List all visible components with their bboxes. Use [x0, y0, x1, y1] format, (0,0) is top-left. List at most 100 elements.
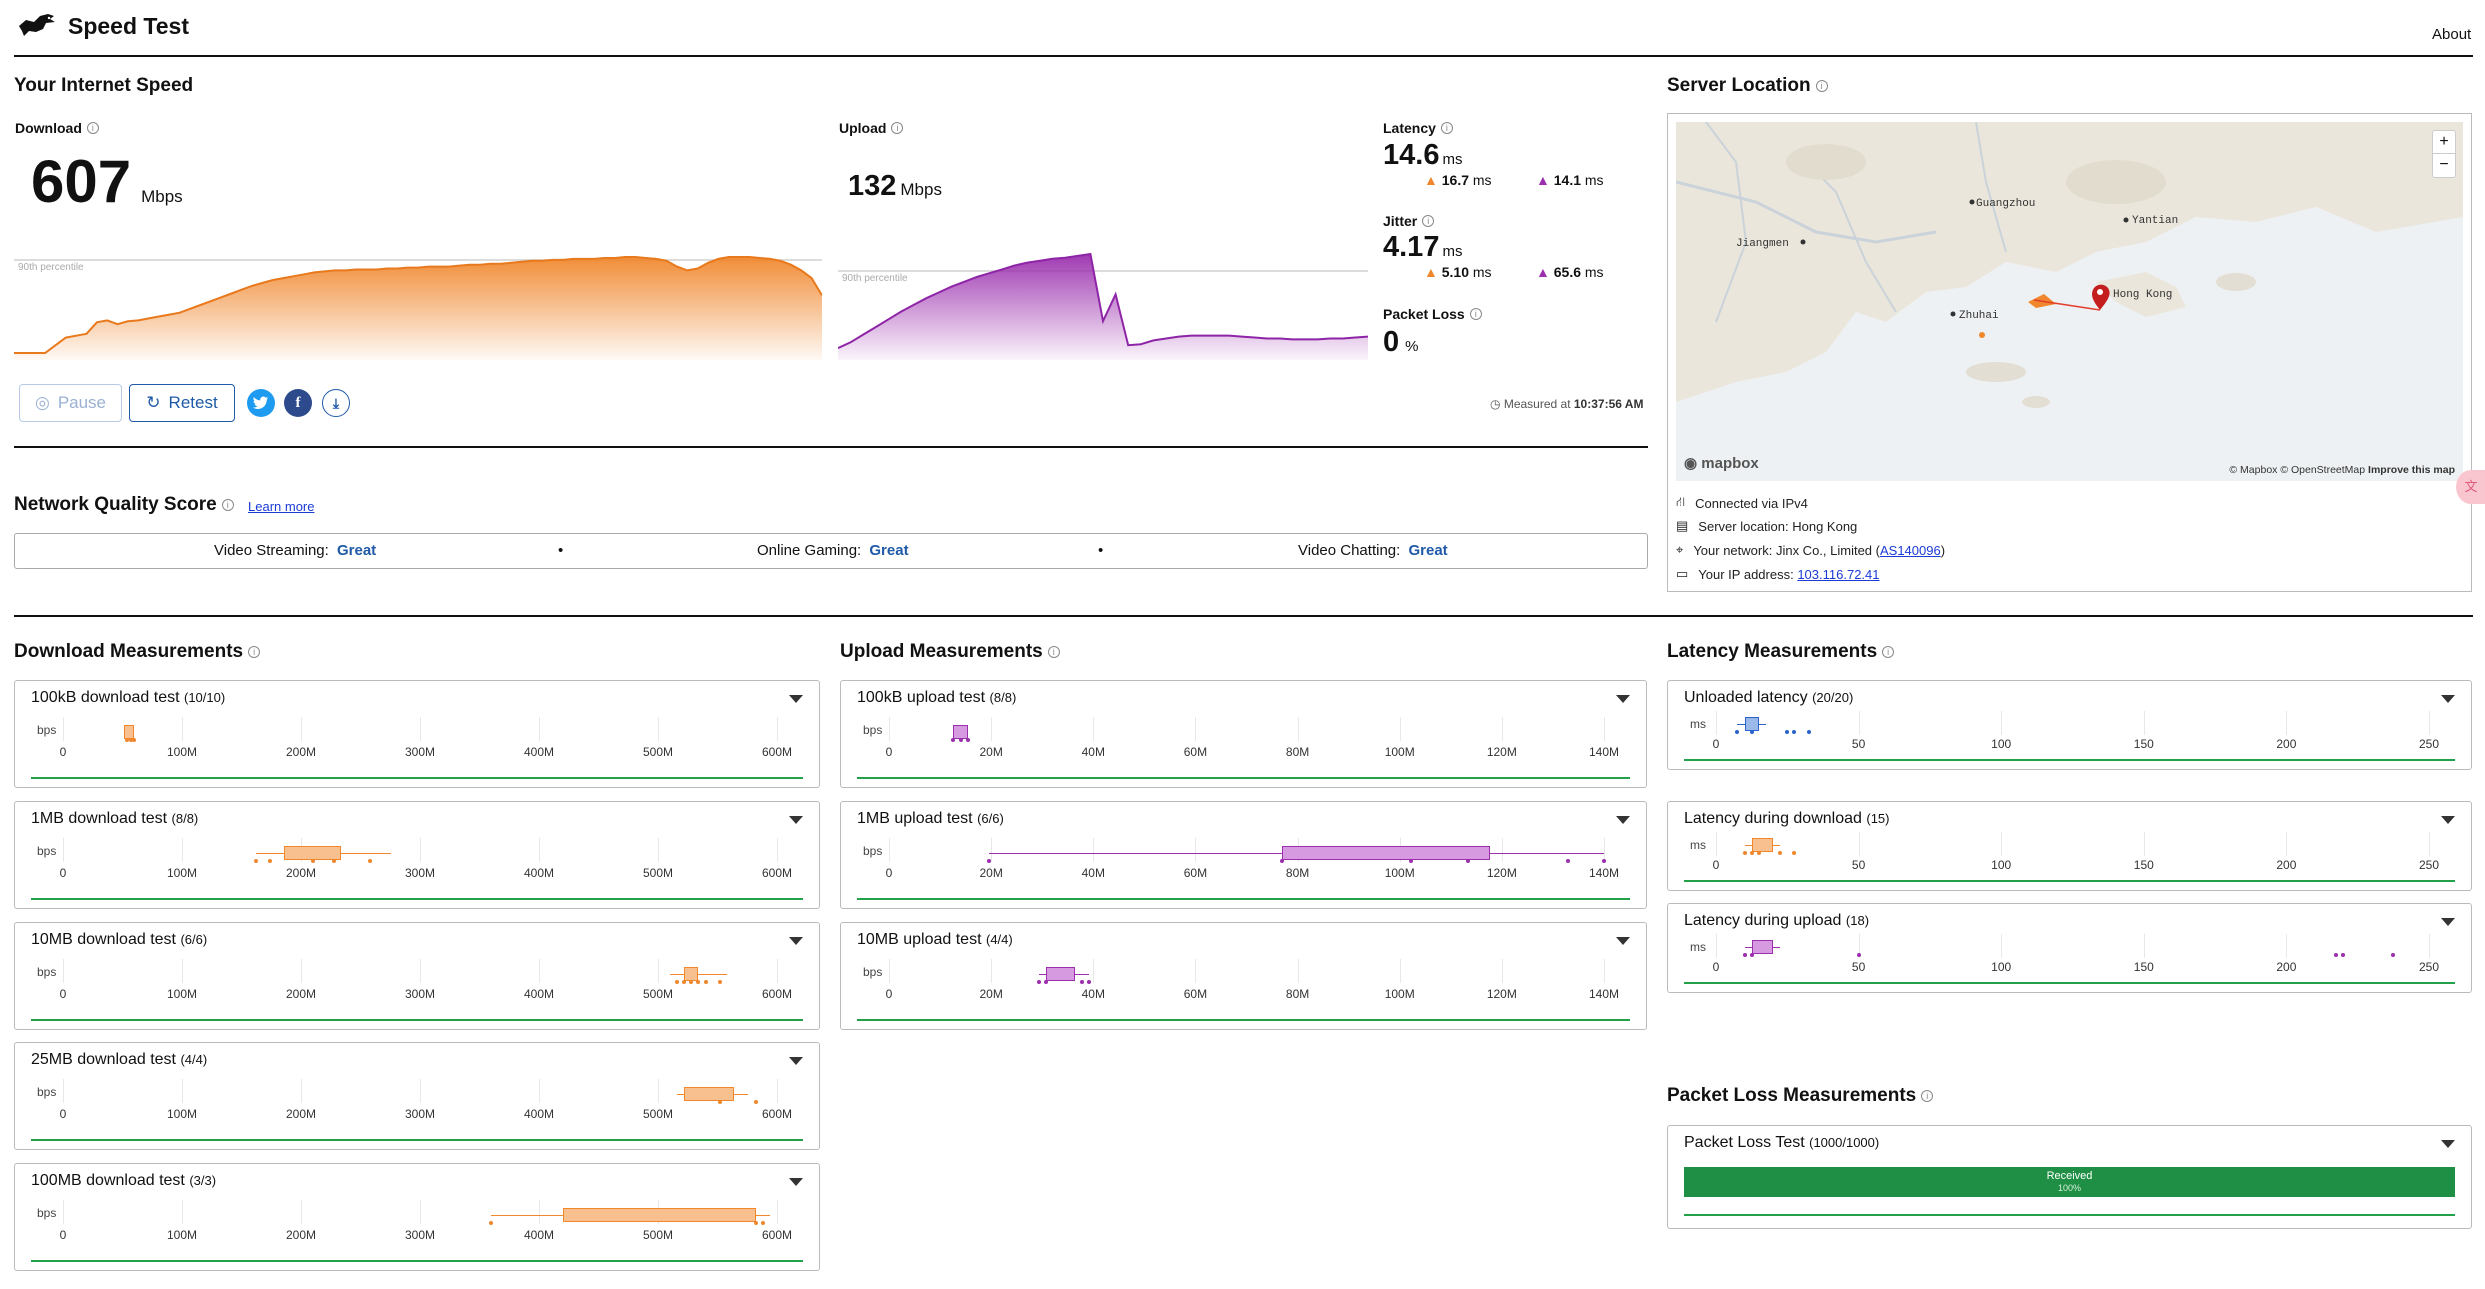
download-test-title: 10MB download test (6/6): [31, 931, 208, 948]
info-icon[interactable]: i: [1440, 122, 1453, 134]
gridline: [658, 959, 659, 983]
zoom-out-button[interactable]: −: [2432, 154, 2456, 178]
download-icon[interactable]: ⤓: [322, 389, 350, 417]
chevron-down-icon[interactable]: [1616, 695, 1630, 703]
download-tick-label: 0: [59, 866, 67, 880]
gridline: [63, 1079, 64, 1103]
download-measurements-heading: Download Measurements i: [14, 641, 261, 663]
upload-test-title: 100kB upload test (8/8): [857, 689, 1017, 706]
chevron-down-icon[interactable]: [1616, 937, 1630, 945]
latency-tick-label: 50: [1851, 858, 1866, 872]
translate-icon[interactable]: 文: [2456, 470, 2485, 504]
download-test-card[interactable]: 1MB download test (8/8) bps 0 100M 200M 300M 4…: [14, 801, 820, 909]
jitter-value: 4.17 ms: [1383, 231, 1463, 263]
packet-loss-card[interactable]: Packet Loss Test (1000/1000) Received 10…: [1667, 1125, 2472, 1229]
received-pct: 100%: [2057, 1183, 2082, 1193]
latency-test-card[interactable]: Unloaded latency (20/20) ms 0 50 100 150 200 25…: [1667, 680, 2472, 770]
download-test-card[interactable]: 100MB download test (3/3) bps 0 100M 200M 300…: [14, 1163, 820, 1271]
gridline: [301, 717, 302, 741]
speed-divider: [14, 446, 1648, 448]
upload-tick-label: 40M: [1081, 866, 1105, 880]
gridline: [1093, 838, 1095, 862]
download-tick-label: 0: [59, 987, 67, 1001]
info-icon[interactable]: i: [1047, 646, 1060, 658]
info-icon[interactable]: i: [221, 499, 234, 511]
as-link[interactable]: AS140096: [1880, 543, 1941, 558]
gridline: [1399, 717, 1401, 741]
mapbox-logo-icon: ◉: [1684, 455, 1698, 472]
box-plot: [1751, 838, 1774, 852]
chevron-down-icon[interactable]: [789, 1057, 803, 1065]
box-plot: [1751, 940, 1774, 954]
chevron-down-icon[interactable]: [2441, 816, 2455, 824]
info-icon[interactable]: i: [1422, 215, 1435, 227]
info-icon[interactable]: i: [891, 122, 904, 134]
gridline: [2429, 832, 2430, 856]
download-tick-label: 200M: [285, 745, 317, 759]
latency-tick-label: 200: [2276, 960, 2297, 974]
gridline: [658, 1079, 659, 1103]
chevron-down-icon[interactable]: [2441, 918, 2455, 926]
map[interactable]: Guangzhou Yantian Jiangmen Zhuhai Hong K…: [1676, 122, 2463, 481]
upload-tick-label: 40M: [1081, 987, 1105, 1001]
info-icon[interactable]: i: [1469, 308, 1482, 320]
data-point: [1749, 730, 1754, 734]
download-percentile-label: 90th percentile: [18, 262, 84, 273]
gridline: [301, 1079, 302, 1103]
download-tick-label: 600M: [761, 1107, 793, 1121]
info-icon[interactable]: i: [1815, 80, 1828, 92]
latency-test-title: Latency during download (15): [1684, 810, 1890, 827]
chevron-down-icon[interactable]: [789, 816, 803, 824]
chevron-down-icon[interactable]: [789, 937, 803, 945]
gridline: [420, 838, 421, 862]
data-point: [1756, 851, 1761, 855]
ip-link[interactable]: 103.116.72.41: [1797, 567, 1879, 582]
latency-test-card[interactable]: Latency during download (15) ms 0 50 100 150 2…: [1667, 801, 2472, 891]
map-label-guangzhou: Guangzhou: [1976, 198, 2035, 210]
gridline: [2429, 711, 2430, 735]
chevron-down-icon[interactable]: [1616, 816, 1630, 824]
retest-button[interactable]: ↻ Retest: [129, 384, 235, 422]
box-plot: [684, 1087, 735, 1101]
upload-tick-label: 60M: [1183, 987, 1208, 1001]
gridline: [777, 1200, 778, 1224]
data-point: [696, 980, 701, 984]
map-label-hongkong: Hong Kong: [2113, 289, 2172, 301]
download-tick-label: 200M: [285, 1107, 317, 1121]
download-test-card[interactable]: 25MB download test (4/4) bps 0 100M 200M 300M…: [14, 1042, 820, 1150]
about-link[interactable]: About: [2432, 26, 2471, 43]
latency-unit-label: ms: [1690, 717, 1706, 731]
chevron-down-icon[interactable]: [789, 695, 803, 703]
info-icon[interactable]: i: [1921, 1090, 1934, 1102]
learn-more-link[interactable]: Learn more: [248, 499, 314, 514]
upload-test-card[interactable]: 100kB upload test (8/8) bps 0 20M 40M 60M 80M 1…: [840, 680, 1647, 788]
download-test-card[interactable]: 100kB download test (10/10) bps 0 100M 200M 3…: [14, 680, 820, 788]
pin-icon: ⌖: [1676, 542, 1684, 557]
download-chart: 90th percentile: [14, 256, 822, 360]
upload-test-card[interactable]: 1MB upload test (6/6) bps 0 20M 40M 60M 80M 100…: [840, 801, 1647, 909]
map-attribution[interactable]: © Mapbox © OpenStreetMap Improve this ma…: [2229, 464, 2455, 476]
zoom-in-button[interactable]: +: [2432, 130, 2456, 154]
data-point: [2334, 953, 2339, 957]
latency-test-card[interactable]: Latency during upload (18) ms 0 50 100 150 200…: [1667, 903, 2472, 993]
download-tick-label: 200M: [285, 987, 317, 1001]
upload-axis-line: [857, 777, 1630, 779]
info-icon[interactable]: i: [248, 646, 261, 658]
download-test-card[interactable]: 10MB download test (6/6) bps 0 100M 200M 300M…: [14, 922, 820, 1030]
chevron-down-icon[interactable]: [2441, 1140, 2455, 1148]
upload-test-card[interactable]: 10MB upload test (4/4) bps 0 20M 40M 60M 80M 10…: [840, 922, 1647, 1030]
info-icon[interactable]: i: [86, 122, 99, 134]
pause-button[interactable]: ◎ Pause: [19, 384, 122, 422]
download-tick-label: 500M: [642, 1228, 674, 1242]
download-tick-label: 100M: [166, 745, 198, 759]
data-point: [1742, 851, 1747, 855]
twitter-icon[interactable]: [247, 389, 275, 417]
facebook-icon[interactable]: f: [284, 389, 312, 417]
chevron-down-icon[interactable]: [789, 1178, 803, 1186]
gridline: [63, 1200, 64, 1224]
chevron-down-icon[interactable]: [2441, 695, 2455, 703]
upload-tick-label: 80M: [1285, 866, 1310, 880]
measurements-divider: [14, 615, 2473, 617]
info-icon[interactable]: i: [1882, 646, 1895, 658]
gridline: [539, 1079, 540, 1103]
